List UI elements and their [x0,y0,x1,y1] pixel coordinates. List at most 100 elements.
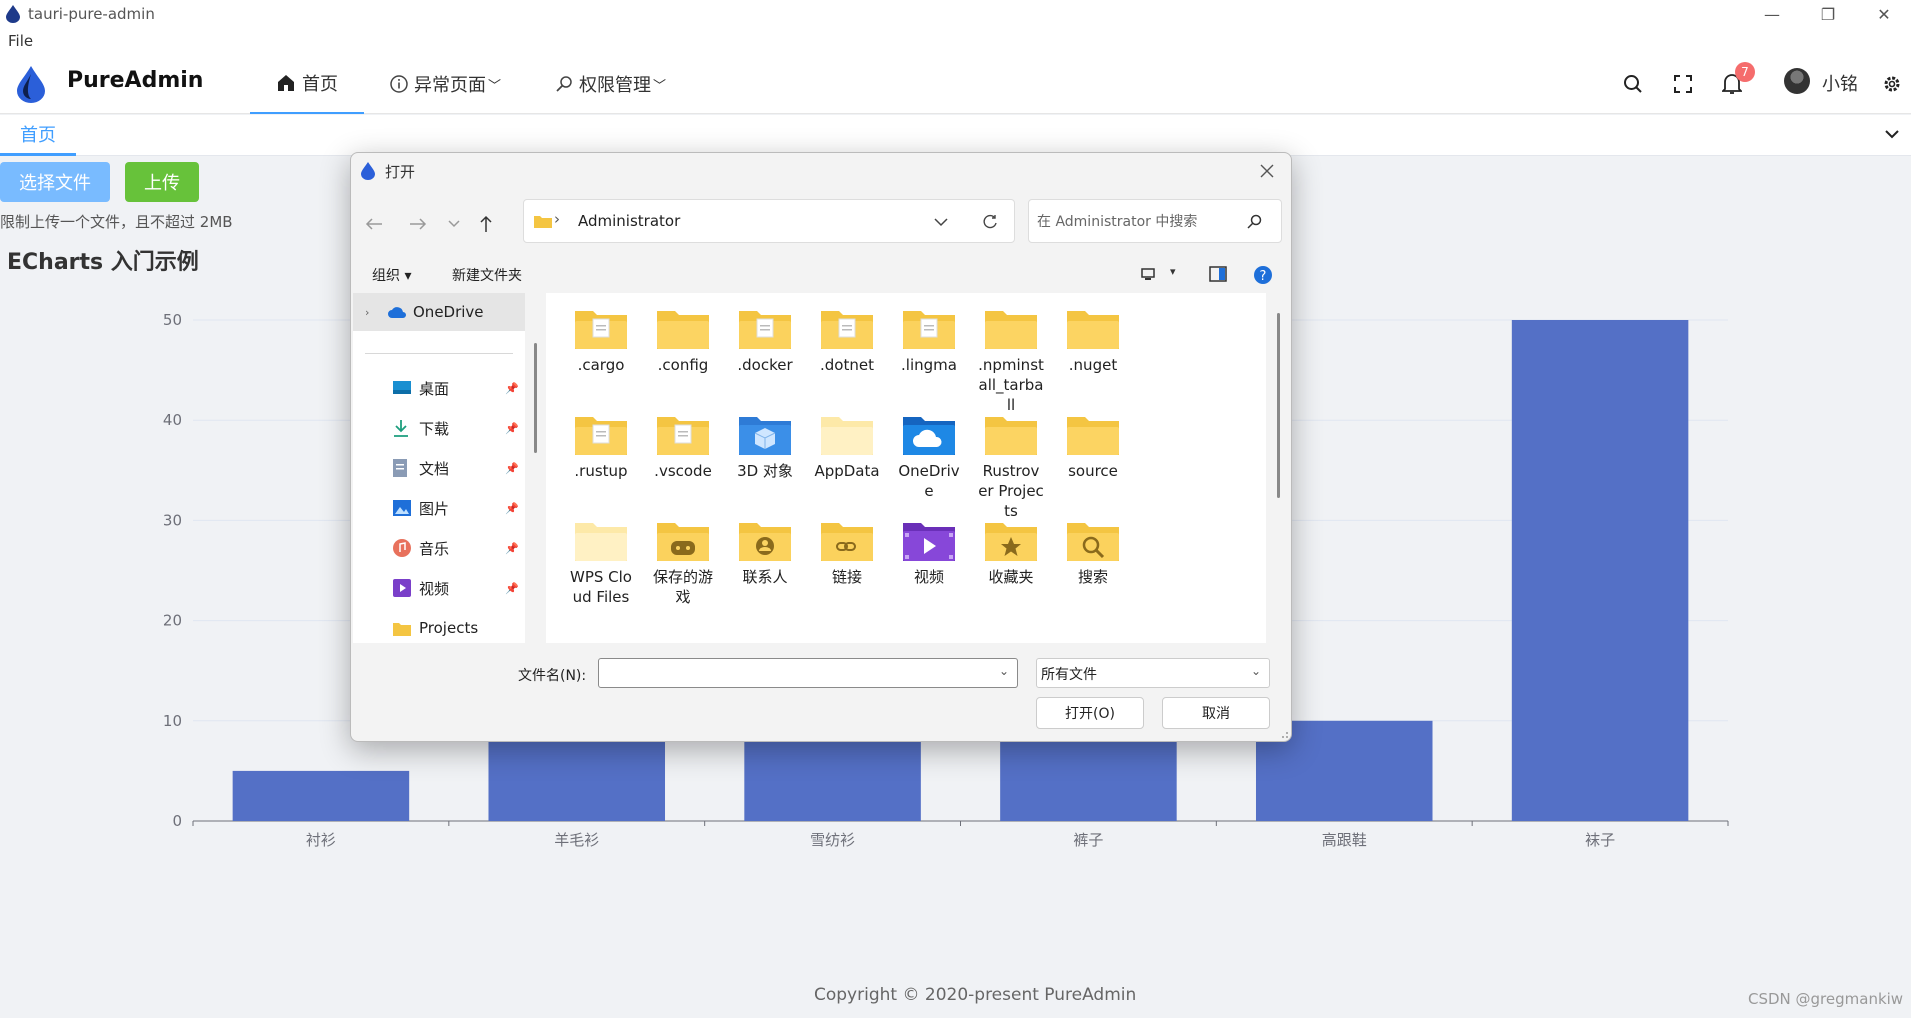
address-path[interactable]: Administrator [578,212,680,230]
chevron-right-icon[interactable]: › [365,306,387,319]
file-item[interactable]: 保存的游戏 [638,519,728,607]
file-item[interactable]: 3D 对象 [720,413,810,481]
y-tick-label: 10 [163,712,182,730]
settings-gear-icon[interactable] [1878,70,1906,98]
folder-icon [802,519,892,563]
app-drop-icon [6,5,20,23]
minimize-icon[interactable]: — [1744,0,1800,28]
filename-field[interactable]: ⌄ [598,658,1018,688]
sidebar-item-1[interactable]: 下载 📌 [353,409,525,447]
help-icon[interactable]: ? [1253,265,1273,285]
pin-icon[interactable]: 📌 [505,542,519,555]
file-item[interactable]: .rustup [556,413,646,481]
view-dropdown-icon[interactable]: ▾ [1170,265,1176,278]
file-item[interactable]: .nuget [1048,307,1138,375]
file-item[interactable]: .dotnet [802,307,892,375]
fullscreen-icon[interactable] [1669,70,1697,98]
file-item[interactable]: .cargo [556,307,646,375]
file-item[interactable]: .npminstall_tarball [966,307,1056,415]
file-item[interactable]: source [1048,413,1138,481]
music-icon [393,539,419,557]
file-item[interactable]: .vscode [638,413,728,481]
file-item[interactable]: 视频 [884,519,974,587]
file-item[interactable]: 收藏夹 [966,519,1056,587]
sidebar-item-4[interactable]: 音乐 📌 [353,529,525,567]
file-item[interactable]: 链接 [802,519,892,587]
file-item[interactable]: 联系人 [720,519,810,587]
address-bar[interactable]: › Administrator [523,199,1015,243]
close-window-icon[interactable]: ✕ [1856,0,1911,28]
sidebar-item-label: 桌面 [419,379,450,398]
chevron-down-icon[interactable]: ⌄ [999,664,1009,678]
chevron-down-icon[interactable] [1884,127,1900,141]
select-file-button[interactable]: 选择文件 [0,162,110,202]
key-icon [556,76,572,92]
file-item[interactable]: WPS Cloud Files [556,519,646,607]
file-item[interactable]: .config [638,307,728,375]
folder-icon [638,519,728,563]
dialog-search-box[interactable] [1028,199,1282,243]
file-item[interactable]: .lingma [884,307,974,375]
file-item[interactable]: OneDrive [884,413,974,501]
pin-icon[interactable]: 📌 [505,502,519,515]
folder-icon [556,413,646,457]
content-scrollbar[interactable] [1277,313,1280,498]
chevron-down-icon[interactable] [934,218,948,227]
sidebar-item-3[interactable]: 图片 📌 [353,489,525,527]
filename-label: 文件名(N): [518,668,587,684]
file-name: OneDrive [898,462,960,500]
nav-exception[interactable]: 异常页面 ﹀ [390,54,501,114]
menu-file[interactable]: File [8,32,33,50]
chevron-down-icon: ﹀ [488,78,502,94]
search-icon[interactable] [1619,70,1647,98]
filename-input[interactable] [603,663,983,683]
sidebar-item-5[interactable]: 视频 📌 [353,569,525,607]
recent-dropdown-icon[interactable] [439,209,469,239]
view-mode-icon[interactable] [1141,267,1155,281]
folder-icon [534,216,552,228]
resize-grip-icon[interactable] [1279,729,1289,739]
file-item[interactable]: 搜索 [1048,519,1138,587]
nav-permission[interactable]: 权限管理 ﹀ [555,54,666,114]
restore-icon[interactable]: ❐ [1800,0,1856,28]
open-button[interactable]: 打开(O) [1036,697,1144,729]
file-item[interactable]: AppData [802,413,892,481]
dialog-close-icon[interactable] [1253,157,1281,185]
preview-pane-icon[interactable] [1209,266,1227,282]
sidebar-item-6[interactable]: Projects [353,609,525,643]
sidebar-item-onedrive[interactable]: › OneDrive [353,293,525,331]
nav-home[interactable]: 首页 [250,54,364,114]
file-name: 搜索 [1077,568,1108,586]
sidebar-item-0[interactable]: 桌面 📌 [353,369,525,407]
tag-bar: 首页 [0,115,1911,156]
pin-icon[interactable]: 📌 [505,382,519,395]
upload-button[interactable]: 上传 [125,162,199,202]
dialog-sidebar: › OneDrive 桌面 📌 下载 📌 文档 📌 图片 📌 音乐 📌 视频 📌 Projects [353,293,525,643]
up-arrow-icon[interactable] [471,209,501,239]
sidebar-scrollbar[interactable] [534,343,537,453]
back-arrow-icon[interactable] [359,209,389,239]
refresh-icon[interactable] [982,214,998,230]
dialog-search-input[interactable] [1037,210,1237,234]
folder-icon [966,413,1056,457]
y-tick-label: 50 [163,311,182,329]
avatar[interactable] [1784,68,1810,94]
file-item[interactable]: .docker [720,307,810,375]
pin-icon[interactable]: 📌 [505,462,519,475]
document-icon [393,459,419,477]
new-folder-button[interactable]: 新建文件夹 [452,265,522,285]
file-name: .rustup [574,462,628,480]
sidebar-item-2[interactable]: 文档 📌 [353,449,525,487]
folder-icon [720,519,810,563]
x-tick-label: 羊毛衫 [554,831,599,849]
organize-button[interactable]: 组织 ▾ [372,265,411,285]
filetype-select[interactable]: 所有文件 ⌄ [1036,658,1270,688]
file-item[interactable]: Rustrover Projects [966,413,1056,521]
pin-icon[interactable]: 📌 [505,422,519,435]
pin-icon[interactable]: 📌 [505,582,519,595]
tag-home[interactable]: 首页 [0,115,76,156]
dialog-title-bar: 打开 [351,153,1291,189]
forward-arrow-icon[interactable] [403,209,433,239]
user-name[interactable]: 小铭 [1822,70,1858,96]
cancel-button[interactable]: 取消 [1162,697,1270,729]
